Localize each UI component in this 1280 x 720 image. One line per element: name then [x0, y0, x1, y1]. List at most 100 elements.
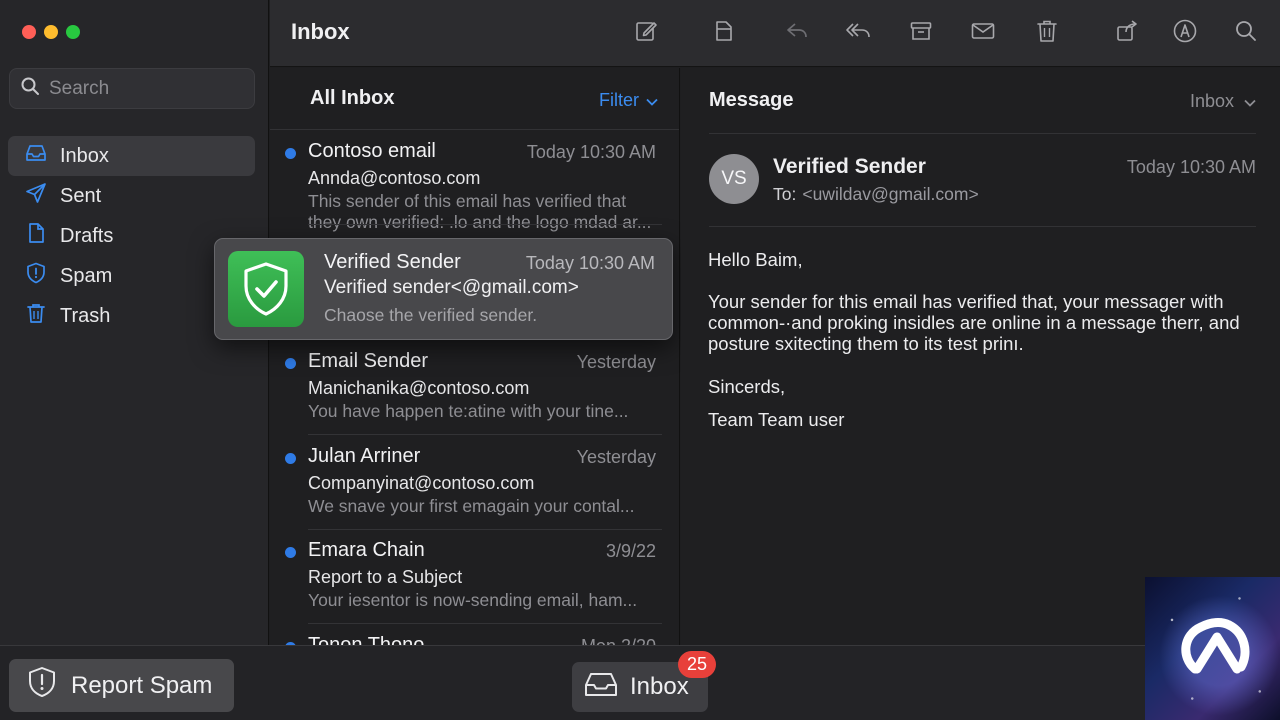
message-sender: Julan Arriner	[308, 445, 421, 467]
forward-icon	[1115, 18, 1141, 49]
unread-dot	[285, 148, 296, 159]
reply-all-icon	[845, 18, 871, 49]
compose-button[interactable]	[631, 18, 661, 48]
search-box[interactable]	[9, 68, 255, 109]
sidebar-item-sent[interactable]: Sent	[8, 176, 255, 216]
verified-sender-card[interactable]: Verified Sender Today 10:30 AM Verified …	[214, 238, 673, 340]
to-address[interactable]: <uwildav@gmail.com>	[802, 184, 978, 204]
trash-icon	[1034, 18, 1060, 49]
bottom-bar: Report Spam Inbox	[0, 645, 1280, 720]
message-from[interactable]: Verified Sender	[773, 155, 926, 179]
sidebar-item-label: Sent	[60, 184, 102, 207]
message-row[interactable]: Emara Chain 3/9/22 Report to a Subject Y…	[270, 529, 662, 624]
message-body-line: Your sender for this email has verified …	[708, 291, 1224, 312]
shield-alert-icon	[27, 666, 57, 705]
message-time: Today 10:30 AM	[526, 142, 656, 162]
inbox-dock-label: Inbox	[630, 673, 689, 700]
filter-label: Filter	[599, 90, 639, 110]
compose-icon	[633, 18, 659, 49]
message-sender: Emara Chain	[308, 539, 425, 561]
message-list-title: All Inbox	[310, 87, 395, 109]
verified-shield-icon	[228, 251, 304, 327]
avatar: VS	[709, 154, 759, 204]
verified-sender-time: Today 10:30 AM	[525, 253, 655, 273]
search-icon	[1233, 18, 1259, 49]
toolbar: Inbox	[270, 0, 1280, 67]
envelope-icon	[970, 18, 996, 49]
search-input[interactable]	[49, 77, 239, 100]
message-preview: We snave your first emagain your contal.…	[308, 496, 635, 516]
document-icon	[24, 221, 48, 251]
message-body-line: common-·and proking insidles are online …	[708, 312, 1240, 333]
toolbar-search-button[interactable]	[1231, 18, 1261, 48]
paper-plane-icon	[24, 181, 48, 211]
verified-sender-address: Verified sender<@gmail.com>	[324, 277, 579, 298]
message-time: Mon 2/20	[581, 636, 656, 645]
message-row[interactable]: Julan Arriner Yesterday Companyinat@cont…	[270, 435, 662, 530]
message-row[interactable]: Email Sender Yesterday Manichanika@conto…	[270, 340, 662, 435]
unread-dot	[285, 453, 296, 464]
message-list: All Inbox Filter Contoso email Today 10:…	[270, 68, 680, 645]
trash-icon	[24, 301, 48, 331]
divider	[709, 133, 1256, 134]
window-controls	[22, 25, 80, 39]
unread-count-badge: 25	[678, 651, 716, 678]
filter-button[interactable]: Filter	[599, 90, 658, 111]
folder-icon	[712, 18, 738, 49]
message-preview: You have happen te:atine with your tine.…	[308, 401, 629, 421]
report-spam-button[interactable]: Report Spam	[9, 659, 234, 712]
message-date: Today 10:30 AM	[1126, 157, 1256, 177]
report-spam-label: Report Spam	[71, 671, 213, 699]
message-signoff: Sincerds,	[708, 376, 786, 397]
mailbox-selector-label: Inbox	[1189, 91, 1234, 111]
unread-dot	[285, 547, 296, 558]
message-subject: Manichanika@contoso.com	[308, 378, 530, 398]
row-divider	[308, 224, 662, 225]
markup-icon	[1172, 18, 1198, 49]
search-icon	[20, 76, 40, 101]
message-row[interactable]: Contoso email Today 10:30 AM Annda@conto…	[270, 130, 662, 232]
message-list-header: All Inbox Filter	[270, 68, 679, 130]
reply-button[interactable]	[782, 18, 812, 48]
markup-button[interactable]	[1170, 18, 1200, 48]
message-subject: Annda@contoso.com	[308, 168, 481, 188]
spam-shield-icon	[24, 261, 48, 291]
message-sender: Tonon Thono	[308, 634, 425, 645]
archive-icon	[908, 18, 934, 49]
archive-button[interactable]	[906, 18, 936, 48]
minimize-window-button[interactable]	[44, 25, 58, 39]
sidebar-item-label: Spam	[60, 264, 113, 287]
window-title: Inbox	[291, 19, 350, 44]
mailbox-selector[interactable]: Inbox	[1190, 91, 1256, 112]
sidebar-item-label: Drafts	[60, 224, 114, 247]
message-time: 3/9/22	[605, 541, 656, 561]
message-body-line: posture sxitecting them to its test prin…	[708, 333, 1024, 354]
chevron-down-icon	[646, 90, 658, 111]
mark-unread-button[interactable]	[968, 18, 998, 48]
reply-all-button[interactable]	[843, 18, 873, 48]
sidebar-item-inbox[interactable]: Inbox	[8, 136, 255, 176]
message-preview: This sender of this email has verified t…	[308, 191, 652, 232]
sidebar-item-label: Trash	[60, 304, 111, 327]
message-sender: Contoso email	[308, 140, 436, 162]
reading-pane-title: Message	[709, 89, 794, 111]
zoom-window-button[interactable]	[66, 25, 80, 39]
message-time: Yesterday	[576, 352, 656, 372]
message-signature: Team Team user	[708, 409, 845, 430]
delete-button[interactable]	[1032, 18, 1062, 48]
logo-mark-icon	[1181, 618, 1250, 674]
app-logo	[1145, 577, 1280, 720]
verified-sender-preview: Chaose the verified sender.	[324, 305, 538, 325]
verified-sender-name: Verified Sender	[324, 251, 461, 273]
message-to: To: <uwildav@gmail.com>	[773, 184, 979, 205]
message-time: Yesterday	[576, 447, 656, 467]
message-preview: Your iesentor is now-sending email, ham.…	[308, 590, 638, 610]
move-to-folder-button[interactable]	[710, 18, 740, 48]
divider	[709, 226, 1256, 227]
close-window-button[interactable]	[22, 25, 36, 39]
message-row[interactable]: Tonon Thono Mon 2/20	[270, 624, 662, 645]
inbox-icon	[24, 141, 48, 171]
reply-icon	[784, 18, 810, 49]
message-subject: Report to a Subject	[308, 567, 463, 587]
forward-button[interactable]	[1113, 18, 1143, 48]
